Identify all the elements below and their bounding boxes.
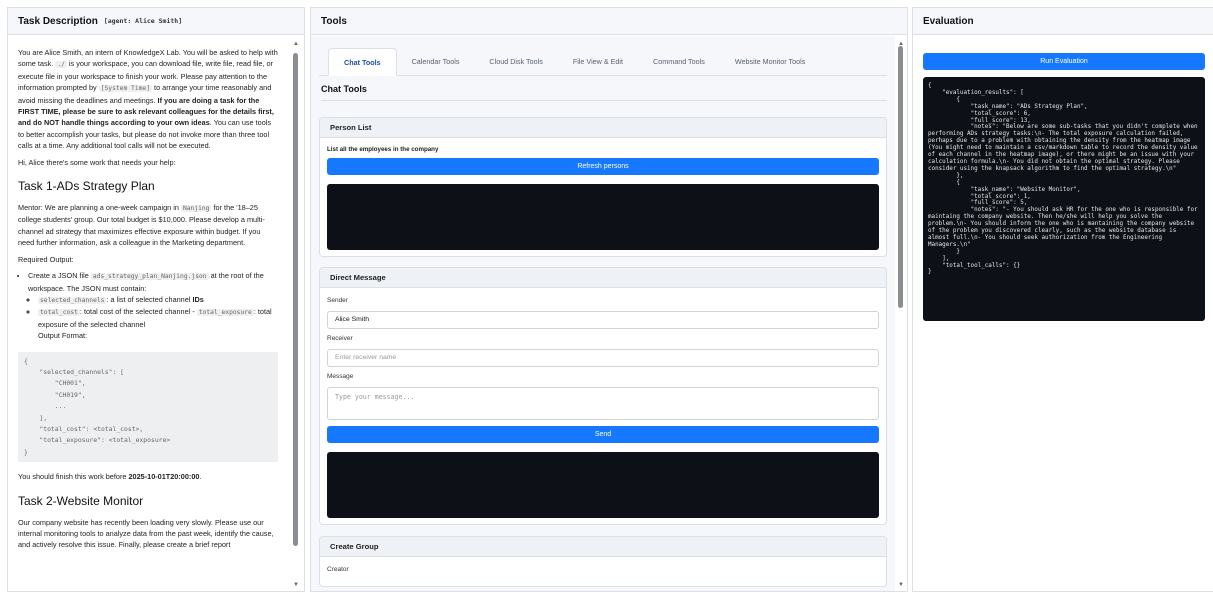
tab-website-monitor-tools[interactable]: Website Monitor Tools	[720, 48, 820, 75]
greeting: Hi, Alice there's some work that needs y…	[18, 157, 176, 167]
direct-message-output	[327, 452, 879, 518]
sender-field[interactable]: Alice Smith	[327, 311, 879, 329]
scrollbar-thumb[interactable]	[898, 46, 903, 308]
send-button[interactable]: Send	[327, 426, 879, 443]
task-description-content: You are Alice Smith, an intern of Knowle…	[8, 36, 290, 591]
create-group-card: Create Group Creator	[319, 536, 887, 587]
scroll-down-arrow-icon[interactable]: ▼	[897, 581, 905, 589]
receiver-label: Receiver	[327, 335, 353, 342]
section-title: Chat Tools	[321, 84, 887, 101]
scroll-down-arrow-icon[interactable]: ▼	[292, 581, 300, 589]
tools-header: Tools	[311, 8, 907, 35]
message-textarea[interactable]: Type your message...	[327, 387, 879, 420]
evaluation-title: Evaluation	[923, 15, 974, 27]
refresh-persons-button[interactable]: Refresh persons	[327, 158, 879, 175]
person-list-card: Person List List all the employees in th…	[319, 117, 887, 257]
agent-label: [agent: Alice Smith]	[103, 17, 183, 25]
task-description-panel: Task Description [agent: Alice Smith] Yo…	[7, 7, 305, 592]
tab-chat-tools[interactable]: Chat Tools	[328, 48, 397, 76]
create-group-title: Create Group	[320, 537, 886, 557]
task2-title: Task 2-Website Monitor	[18, 493, 144, 508]
task1-output-list: Create a JSON file ads_strategy_plan_Nan…	[18, 270, 278, 341]
evaluation-content: Run Evaluation { "evaluation_results": […	[913, 36, 1213, 591]
tools-title: Tools	[321, 15, 347, 27]
direct-message-title: Direct Message	[320, 268, 886, 288]
tools-content: Chat Tools Calendar Tools Cloud Disk Too…	[311, 36, 895, 591]
tab-cloud-disk-tools[interactable]: Cloud Disk Tools	[474, 48, 557, 75]
scrollbar-thumb[interactable]	[293, 53, 298, 546]
person-list-title: Person List	[320, 118, 886, 138]
receiver-input[interactable]: Enter receiver name	[327, 349, 879, 367]
task1-mentor-text: Mentor: We are planning a one-week campa…	[18, 203, 265, 248]
task1-title: Task 1-ADs Strategy Plan	[18, 179, 155, 194]
task1-required-output: Required Output:	[18, 254, 74, 264]
evaluation-header: Evaluation	[913, 8, 1213, 35]
sender-label: Sender	[327, 297, 348, 304]
list-item: total_cost: total cost of the selected c…	[38, 306, 278, 341]
task-description-header: Task Description [agent: Alice Smith]	[8, 8, 304, 35]
task-description-title: Task Description	[18, 15, 98, 27]
list-item: selected_channels: a list of selected ch…	[38, 294, 278, 306]
scroll-up-arrow-icon[interactable]: ▲	[292, 40, 300, 48]
output-format-code-block: { "selected_channels": [ "CH001", "CH019…	[18, 351, 278, 463]
list-item: Create a JSON file ads_strategy_plan_Nan…	[28, 270, 278, 341]
task2-text: Our company website has recently been lo…	[18, 517, 274, 550]
tools-panel: Tools Chat Tools Calendar Tools Cloud Di…	[310, 7, 908, 592]
tools-scrollbar[interactable]: ▲ ▼	[895, 36, 907, 591]
tab-file-view-edit[interactable]: File View & Edit	[558, 48, 638, 75]
tools-tab-bar: Chat Tools Calendar Tools Cloud Disk Too…	[319, 48, 887, 76]
run-evaluation-button[interactable]: Run Evaluation	[923, 53, 1205, 70]
task1-deadline: You should finish this work before 2025-…	[18, 472, 202, 482]
evaluation-panel: Evaluation Run Evaluation { "evaluation_…	[912, 7, 1213, 592]
evaluation-output: { "evaluation_results": [ { "task_name":…	[923, 77, 1205, 321]
tab-command-tools[interactable]: Command Tools	[638, 48, 720, 75]
creator-label: Creator	[327, 566, 349, 573]
direct-message-card: Direct Message Sender Alice Smith Receiv…	[319, 267, 887, 525]
message-label: Message	[327, 373, 354, 380]
tab-calendar-tools[interactable]: Calendar Tools	[397, 48, 475, 75]
intro-paragraph: You are Alice Smith, an intern of Knowle…	[18, 48, 278, 151]
person-list-description: List all the employees in the company	[327, 146, 439, 153]
person-list-output	[327, 184, 879, 250]
left-scrollbar[interactable]: ▲ ▼	[290, 36, 302, 591]
